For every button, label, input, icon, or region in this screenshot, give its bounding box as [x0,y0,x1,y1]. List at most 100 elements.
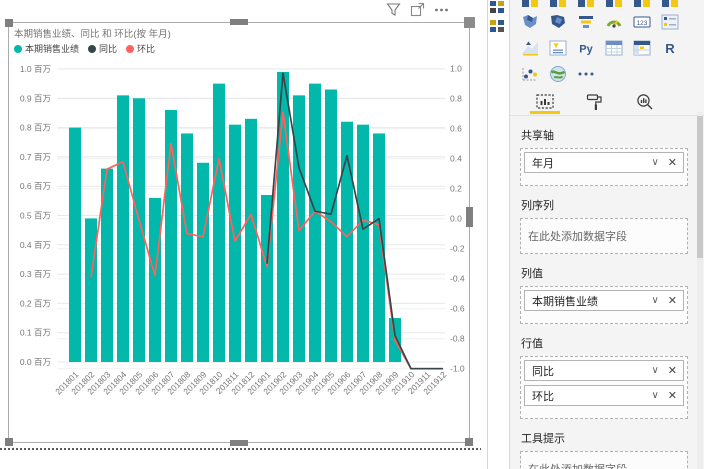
svg-text:0.8 百万: 0.8 百万 [20,123,51,133]
svg-text:0.3 百万: 0.3 百万 [20,269,51,279]
gauge-icon[interactable] [604,12,624,32]
matrix-icon[interactable] [632,38,652,58]
visualizations-pane: 123 Py R 共享轴 年月 ∨ ✕ 列序列 在此处添加数据字段 列值 本期销售业绩 ∨ ✕ 行值 同比… [509,0,704,469]
field-pill[interactable]: 同比 ∨ ✕ [524,360,684,381]
more-visuals-icon[interactable] [576,64,596,84]
collapsed-pane-strip[interactable] [488,0,509,469]
gallery-row-cropped [520,0,704,9]
well-drop-zone[interactable]: 同比 ∨ ✕ 环比 ∨ ✕ [520,356,688,419]
collapsed-pane-glyphs [490,20,504,32]
field-pill[interactable]: 环比 ∨ ✕ [524,385,684,406]
field-pill-label: 同比 [532,365,554,378]
remove-field-icon[interactable]: ✕ [668,364,677,377]
field-pill-label: 年月 [532,157,554,170]
visual-header-toolbar [386,2,449,17]
gallery-row: Py R [520,35,704,61]
svg-text:-0.4: -0.4 [450,274,465,284]
svg-text:0.2: 0.2 [450,184,462,194]
cropped-visual-icon[interactable] [660,0,680,7]
svg-text:-0.2: -0.2 [450,244,465,254]
table-icon[interactable] [604,38,624,58]
cropped-visual-icon[interactable] [576,0,596,7]
chevron-down-icon[interactable]: ∨ [651,295,658,306]
legend-label: 同比 [99,44,118,54]
svg-text:0.6: 0.6 [450,124,462,134]
resize-handle-top-right[interactable] [464,17,475,28]
legend-item[interactable]: 环比 [126,42,155,55]
legend-item[interactable]: 本期销售业绩 [14,42,79,55]
cropped-visual-icon[interactable] [548,0,568,7]
field-pill-label: 环比 [532,390,554,403]
combo-chart-visual[interactable]: 1.0 百万 0.9 百万 0.8 百万 0.7 百万 0.6 百万 0.5 百万 0.4 … [5,17,475,446]
cropped-visual-icon[interactable] [604,0,624,7]
svg-text:0.9 百万: 0.9 百万 [20,93,51,103]
well-drop-zone[interactable]: 在此处添加数据字段 [520,451,688,469]
shape-map-icon[interactable] [548,12,568,32]
resize-handle-bottom-left[interactable] [5,438,13,446]
cropped-visual-icon[interactable] [632,0,652,7]
svg-text:0.8: 0.8 [450,94,462,104]
remove-field-icon[interactable]: ✕ [668,156,677,169]
pane-divider [510,115,704,116]
resize-handle-right-middle[interactable] [466,207,473,227]
gallery-row: 123 [520,9,704,35]
well-drop-zone[interactable]: 在此处添加数据字段 [520,218,688,254]
gallery-row [520,61,704,87]
funnel-icon[interactable] [576,12,596,32]
svg-text:0.0: 0.0 [450,214,462,224]
well-placeholder: 在此处添加数据字段 [528,231,627,243]
pane-scrollbar-thumb[interactable] [697,116,703,258]
tab-format[interactable] [582,92,608,112]
field-pill-label: 本期销售业绩 [532,295,598,308]
svg-text:0.5 百万: 0.5 百万 [20,211,51,221]
legend-item[interactable]: 同比 [88,42,117,55]
chart-legend: 本期销售业绩 同比 环比 [14,42,155,55]
resize-handle-top-center[interactable] [230,19,248,25]
focus-mode-icon[interactable] [410,2,425,17]
remove-field-icon[interactable]: ✕ [668,389,677,402]
kpi-icon[interactable] [520,38,540,58]
legend-dot [126,44,135,53]
filter-icon[interactable] [386,2,401,17]
r-script-icon[interactable]: R [660,38,680,58]
field-wells: 共享轴 年月 ∨ ✕ 列序列 在此处添加数据字段 列值 本期销售业绩 ∨ ✕ 行值 同比 ∨ ✕ 环比 ∨ ✕ 工… [510,127,704,469]
multi-row-card-icon[interactable] [660,12,680,32]
svg-text:-1.0: -1.0 [450,364,465,374]
tab-analytics[interactable] [632,92,658,112]
svg-text:-0.8: -0.8 [450,334,465,344]
cropped-visual-icon[interactable] [520,0,540,7]
legend-label: 环比 [137,44,156,54]
tab-fields[interactable] [532,92,558,112]
combo-chart-plot[interactable]: 1.0 百万 0.9 百万 0.8 百万 0.7 百万 0.6 百万 0.5 百万 0.4 … [9,23,471,443]
more-options-icon[interactable] [434,6,449,14]
svg-text:1.0: 1.0 [450,64,462,74]
well-drop-zone[interactable]: 本期销售业绩 ∨ ✕ [520,286,688,324]
python-visual-icon[interactable]: Py [576,38,596,58]
chevron-down-icon[interactable]: ∨ [651,157,658,168]
collapsed-pane-glyphs [490,1,504,13]
legend-label: 本期销售业绩 [25,44,80,54]
chart-title: 本期销售业绩、同比 和 环比(按 年月) [14,29,171,40]
resize-handle-top-left[interactable] [5,19,13,27]
chevron-down-icon[interactable]: ∨ [651,365,658,376]
resize-handle-bottom-right[interactable] [465,438,473,446]
paginated-report-icon[interactable] [520,64,540,84]
field-pill[interactable]: 年月 ∨ ✕ [524,152,684,173]
field-pill[interactable]: 本期销售业绩 ∨ ✕ [524,290,684,311]
svg-text:0.4 百万: 0.4 百万 [20,240,51,250]
well-label: 共享轴 [521,130,554,142]
remove-field-icon[interactable]: ✕ [668,294,677,307]
well-drop-zone[interactable]: 年月 ∨ ✕ [520,148,688,186]
svg-text:0.6 百万: 0.6 百万 [20,181,51,191]
well-label: 列序列 [521,200,554,212]
report-canvas[interactable]: 1.0 百万 0.9 百万 0.8 百万 0.7 百万 0.6 百万 0.5 百万 0.4 … [0,0,488,469]
pane-scrollbar[interactable] [697,112,703,469]
card-icon[interactable]: 123 [632,12,652,32]
resize-handle-bottom-center[interactable] [230,440,248,446]
filled-map-icon[interactable] [520,12,540,32]
slicer-icon[interactable] [548,38,568,58]
chevron-down-icon[interactable]: ∨ [651,390,658,401]
svg-text:Py: Py [579,44,593,56]
arcgis-map-icon[interactable] [548,64,568,84]
well-label: 列值 [521,268,543,280]
